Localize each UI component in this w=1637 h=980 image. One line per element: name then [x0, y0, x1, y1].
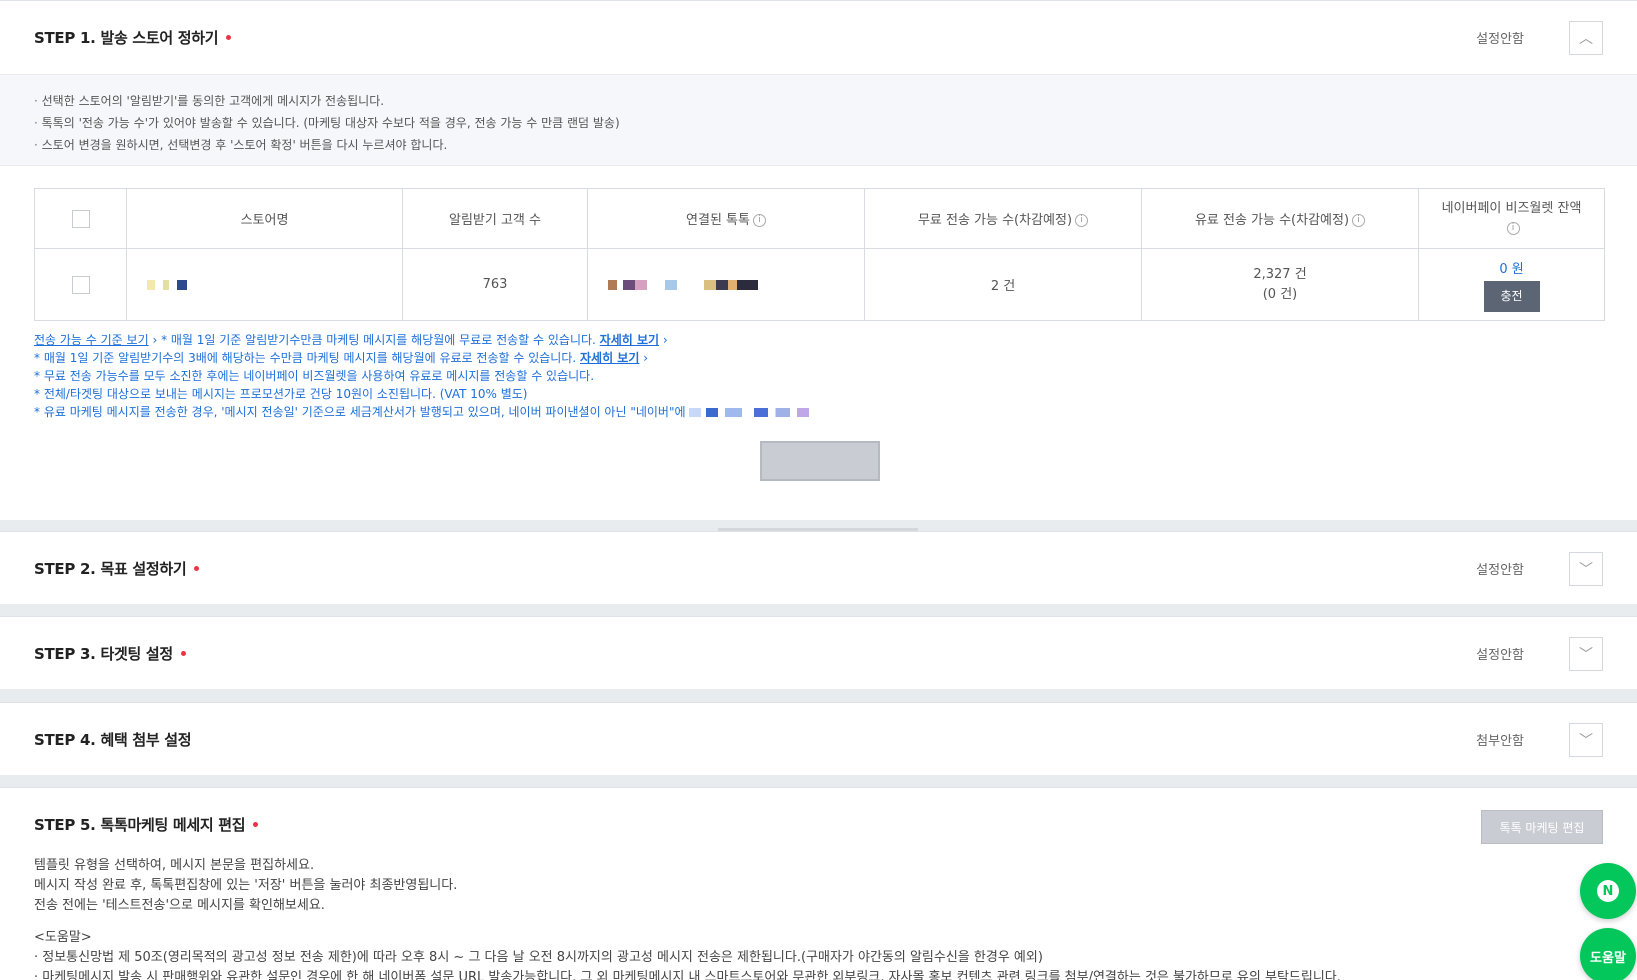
step1-notice-box: 선택한 스토어의 '알림받기'를 동의한 고객에게 메시지가 전송됩니다. 톡톡… — [0, 74, 1637, 166]
step2-status: 설정안함 — [1476, 563, 1524, 578]
step2-expand-button[interactable]: ﹀ — [1569, 552, 1603, 586]
store-name-cell — [126, 248, 403, 321]
step5-panel: STEP 5. 톡톡마케팅 메세지 편집 톡톡 마케팅 편집 템플릿 유형을 선… — [0, 787, 1637, 980]
desc-line: 템플릿 유형을 선택하여, 메시지 본문을 편집하세요. — [34, 858, 315, 873]
info-icon[interactable]: i — [752, 214, 766, 227]
required-dot — [226, 35, 232, 40]
header-free: 무료 전송 가능 수(차감예정) i — [864, 188, 1142, 249]
select-all-checkbox[interactable] — [71, 209, 90, 228]
required-dot — [194, 566, 200, 571]
note-line: * 매월 1일 기준 알림받기수의 3배에 해당하는 수만큼 마케팅 메시지를 … — [34, 351, 649, 365]
notice-item: 스토어 변경을 원하시면, 선택변경 후 '스토어 확정' 버튼을 다시 누르셔… — [34, 134, 1603, 156]
step5-title: STEP 5. 톡톡마케팅 메세지 편집 — [34, 814, 259, 835]
desc-line: 전송 전에는 '테스트전송'으로 메시지를 확인해보세요. — [34, 898, 325, 913]
step4-expand-button[interactable]: ﹀ — [1569, 723, 1603, 757]
subscribers-cell: 763 — [402, 248, 588, 321]
help-item: 마케팅메시지 발송 시 판매행위와 유관한 설문인 경우에 한 해 네이버폼 설… — [34, 968, 1341, 980]
chevron-down-icon: ﹀ — [1579, 733, 1593, 749]
paid-count: 2,327 건 — [1253, 266, 1307, 282]
talktalk-cell — [587, 248, 865, 321]
criteria-link[interactable]: 전송 가능 수 기준 보기 — [34, 333, 149, 347]
table-header-row: 스토어명 알림받기 고객 수 연결된 톡톡 i 무료 전송 가능 수(차감예정) i… — [34, 188, 1605, 249]
step2-title: STEP 2. 목표 설정하기 — [34, 558, 200, 579]
step4-title: STEP 4. 혜택 첨부 설정 — [34, 731, 192, 749]
notice-item: 톡톡의 '전송 가능 수'가 있어야 발송할 수 있습니다. (마케팅 대상자 … — [34, 112, 1603, 134]
desc-line: 메시지 작성 완료 후, 톡톡편집창에 있는 '저장' 버튼을 눌러야 최종반영… — [34, 878, 458, 893]
step3-expand-button[interactable]: ﹀ — [1569, 637, 1603, 671]
store-table: 스토어명 알림받기 고객 수 연결된 톡톡 i 무료 전송 가능 수(차감예정) i… — [34, 188, 1605, 321]
redacted-store-name — [147, 279, 187, 290]
step4-header[interactable]: STEP 4. 혜택 첨부 설정 첨부안함 ﹀ — [0, 703, 1637, 773]
step1-title: STEP 1. 발송 스토어 정하기 — [34, 27, 232, 48]
row-select-cell — [34, 248, 127, 321]
naver-talk-button[interactable]: N — [1580, 863, 1636, 919]
required-dot — [180, 651, 186, 656]
step3-panel: STEP 3. 타겟팅 설정 설정안함 ﹀ — [0, 616, 1637, 689]
row-checkbox[interactable] — [71, 275, 90, 294]
step1-notes: 전송 가능 수 기준 보기 › * 매월 1일 기준 알림받기수만큼 마케팅 메… — [34, 331, 1594, 421]
info-icon[interactable]: i — [1075, 214, 1089, 227]
step5-description: 템플릿 유형을 선택하여, 메시지 본문을 편집하세요. 메시지 작성 완료 후… — [34, 856, 457, 916]
notice-item: 선택한 스토어의 '알림받기'를 동의한 고객에게 메시지가 전송됩니다. — [34, 90, 1603, 112]
step2-panel: STEP 2. 목표 설정하기 설정안함 ﹀ — [0, 531, 1637, 604]
paid-count-sub: (0 건) — [1262, 286, 1298, 302]
talktalk-edit-button[interactable]: 톡톡 마케팅 편집 — [1481, 810, 1603, 844]
redacted-talktalk-name — [608, 279, 758, 290]
step1-panel: STEP 1. 발송 스토어 정하기 설정안함 ︿ 선택한 스토어의 '알림받기… — [0, 0, 1637, 520]
store-confirm-button[interactable] — [760, 441, 880, 481]
paid-count-cell: 2,327 건 (0 건) — [1141, 248, 1419, 321]
select-all-cell — [34, 188, 127, 249]
wallet-balance: 0 원 — [1499, 261, 1524, 277]
detail-link[interactable]: 자세히 보기 — [580, 351, 639, 365]
chevron-down-icon: ﹀ — [1579, 647, 1593, 663]
info-icon[interactable]: i — [1506, 221, 1520, 235]
step5-help: <도움말> 정보통신망법 제 50조(영리목적의 광고성 정보 전송 제한)에 … — [34, 928, 1341, 980]
chevron-up-icon: ︿ — [1579, 31, 1593, 47]
step4-panel: STEP 4. 혜택 첨부 설정 첨부안함 ﹀ — [0, 702, 1637, 775]
help-item: 정보통신망법 제 50조(영리목적의 광고성 정보 전송 제한)에 따라 오후 … — [34, 948, 1341, 968]
step1-status: 설정안함 — [1476, 32, 1524, 47]
info-icon[interactable]: i — [1352, 214, 1366, 227]
free-count-cell: 2 건 — [864, 248, 1142, 321]
note-line: * 무료 전송 가능수를 모두 소진한 후에는 네이버페이 비즈월렛을 사용하여… — [34, 369, 595, 383]
header-talktalk: 연결된 톡톡 i — [587, 188, 865, 249]
charge-button[interactable]: 충전 — [1483, 280, 1540, 312]
naver-n-icon: N — [1597, 880, 1619, 902]
required-dot — [253, 822, 259, 827]
step1-header[interactable]: STEP 1. 발송 스토어 정하기 설정안함 ︿ — [0, 1, 1637, 71]
step4-status: 첨부안함 — [1476, 734, 1524, 749]
detail-link[interactable]: 자세히 보기 — [600, 333, 659, 347]
step3-header[interactable]: STEP 3. 타겟팅 설정 설정안함 ﹀ — [0, 617, 1637, 687]
header-store: 스토어명 — [126, 188, 403, 249]
table-row: 763 2 건 2,327 건 (0 건) 0 원충전 — [34, 248, 1605, 321]
step3-title: STEP 3. 타겟팅 설정 — [34, 643, 186, 664]
help-title: <도움말> — [34, 930, 92, 945]
header-paid: 유료 전송 가능 수(차감예정) i — [1141, 188, 1419, 249]
redacted-text — [689, 408, 810, 417]
wallet-cell: 0 원충전 — [1418, 248, 1605, 321]
help-button[interactable]: 도움말 — [1580, 928, 1636, 980]
step2-header[interactable]: STEP 2. 목표 설정하기 설정안함 ﹀ — [0, 532, 1637, 602]
header-wallet: 네이버페이 비즈월렛 잔액 i — [1418, 188, 1605, 249]
step3-status: 설정안함 — [1476, 648, 1524, 663]
note-line: 전송 가능 수 기준 보기 › * 매월 1일 기준 알림받기수만큼 마케팅 메… — [34, 333, 668, 347]
header-subscribers: 알림받기 고객 수 — [402, 188, 588, 249]
step1-collapse-button[interactable]: ︿ — [1569, 21, 1603, 55]
chevron-down-icon: ﹀ — [1579, 562, 1593, 578]
note-line: * 전체/타겟팅 대상으로 보내는 메시지는 프로모션가로 건당 10원이 소진… — [34, 387, 528, 401]
note-line: * 유료 마케팅 메시지를 전송한 경우, '메시지 전송일' 기준으로 세금계… — [34, 403, 1594, 421]
